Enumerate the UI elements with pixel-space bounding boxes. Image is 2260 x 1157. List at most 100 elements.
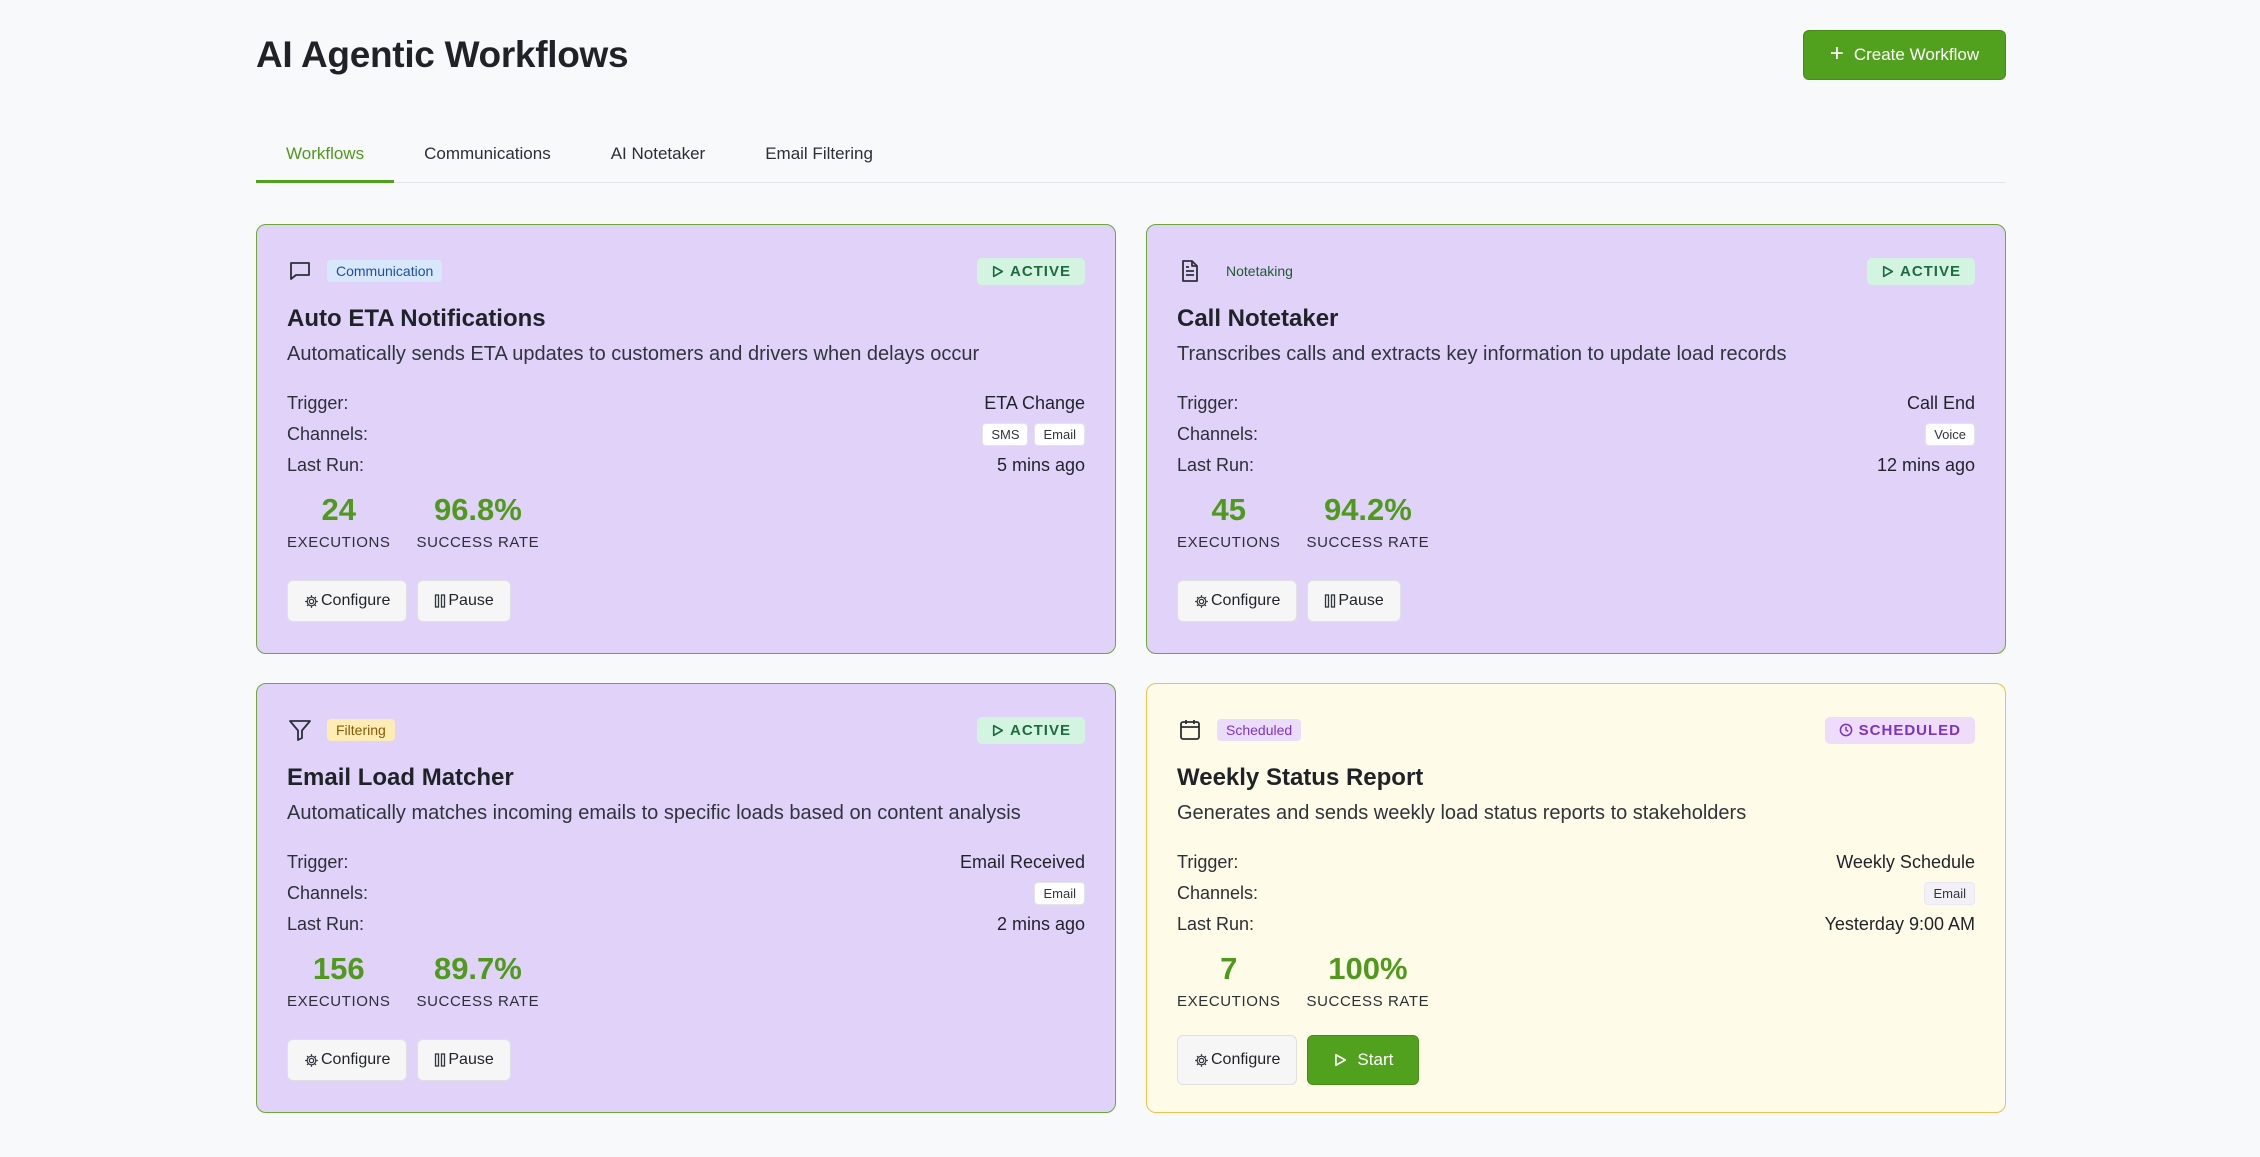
success-rate-label: SUCCESS RATE (1306, 534, 1430, 552)
trigger-label: Trigger: (287, 393, 349, 413)
gear-icon (305, 1053, 318, 1067)
card-details: Trigger: ETA Change Channels: SMS Email … (287, 388, 1085, 481)
configure-label: Configure (1211, 592, 1281, 609)
channel-chip: Email (1034, 882, 1085, 905)
channels-row: Channels: SMS Email (287, 419, 1085, 450)
configure-button[interactable]: Configure (287, 1039, 408, 1081)
executions-stat: 45 EXECUTIONS (1177, 492, 1281, 552)
channels-label: Channels: (287, 883, 369, 903)
card-stats: 7 EXECUTIONS 100% SUCCESS RATE (1177, 951, 1430, 1011)
card-header: Filtering ACTIVE (287, 714, 1085, 746)
card-details: Trigger: Weekly Schedule Channels: Email… (1177, 847, 1975, 940)
last-run-label: Last Run: (287, 914, 365, 934)
create-workflow-label: Create Workflow (1853, 45, 1980, 64)
gear-icon (305, 594, 318, 608)
configure-label: Configure (1211, 1051, 1281, 1068)
clock-icon (1839, 723, 1853, 737)
channel-chips: Voice (1925, 423, 1975, 446)
card-title: Auto ETA Notifications (287, 305, 546, 332)
channels-label: Channels: (287, 424, 369, 444)
tab-ai-notetaker[interactable]: AI Notetaker (581, 130, 736, 183)
channel-chip: Email (1924, 882, 1975, 905)
card-description: Generates and sends weekly load status r… (1177, 802, 1747, 824)
create-workflow-button[interactable]: + Create Workflow (1803, 30, 2006, 80)
executions-label: EXECUTIONS (1177, 534, 1281, 552)
channel-chips: SMS Email (982, 423, 1085, 446)
channels-label: Channels: (1177, 424, 1259, 444)
success-rate-value: 89.7% (433, 951, 522, 986)
pause-label: Pause (448, 592, 494, 609)
status-label: ACTIVE (1009, 721, 1071, 739)
executions-stat: 24 EXECUTIONS (287, 492, 391, 552)
tab-workflows[interactable]: Workflows (256, 130, 395, 183)
trigger-label: Trigger: (287, 852, 349, 872)
executions-value: 45 (1211, 492, 1246, 527)
success-rate-stat: 96.8% SUCCESS RATE (416, 492, 540, 552)
play-icon (1882, 265, 1894, 277)
category-badge: Communication (327, 260, 443, 282)
workflow-card-email-load-matcher: Filtering ACTIVE Email Load Matcher Auto… (256, 683, 1116, 1113)
success-rate-label: SUCCESS RATE (416, 534, 540, 552)
trigger-row: Trigger: Call End (1177, 388, 1975, 419)
status-badge: ACTIVE (1866, 257, 1975, 285)
success-rate-stat: 89.7% SUCCESS RATE (416, 951, 540, 1011)
executions-label: EXECUTIONS (287, 993, 391, 1011)
pause-label: Pause (448, 1051, 494, 1068)
success-rate-label: SUCCESS RATE (1306, 993, 1430, 1011)
channel-chip: SMS (982, 423, 1029, 446)
card-title: Call Notetaker (1177, 305, 1339, 332)
card-header: Scheduled SCHEDULED (1177, 714, 1975, 746)
trigger-value: Call End (1906, 393, 1975, 413)
last-run-label: Last Run: (1177, 914, 1255, 934)
status-badge: ACTIVE (976, 716, 1085, 744)
header: AI Agentic Workflows + Create Workflow (256, 30, 2006, 80)
executions-label: EXECUTIONS (287, 534, 391, 552)
category-badge: Filtering (327, 719, 395, 741)
channels-label: Channels: (1177, 883, 1259, 903)
last-run-row: Last Run: 2 mins ago (287, 909, 1085, 940)
channel-chip: Voice (1925, 423, 1975, 446)
trigger-value: ETA Change (984, 393, 1085, 413)
configure-button[interactable]: Configure (1177, 580, 1298, 622)
pause-label: Pause (1338, 592, 1384, 609)
card-description: Automatically matches incoming emails to… (287, 802, 1021, 824)
last-run-row: Last Run: 5 mins ago (287, 450, 1085, 481)
pause-button[interactable]: Pause (417, 1039, 511, 1081)
card-header: Notetaking ACTIVE (1177, 255, 1975, 287)
trigger-row: Trigger: Weekly Schedule (1177, 847, 1975, 878)
pause-button[interactable]: Pause (417, 580, 511, 622)
message-icon (287, 258, 313, 284)
channels-row: Channels: Voice (1177, 419, 1975, 450)
status-label: SCHEDULED (1858, 721, 1961, 739)
success-rate-label: SUCCESS RATE (416, 993, 540, 1011)
start-label: Start (1357, 1050, 1394, 1069)
card-stats: 45 EXECUTIONS 94.2% SUCCESS RATE (1177, 492, 1430, 552)
status-badge: ACTIVE (976, 257, 1085, 285)
card-description: Automatically sends ETA updates to custo… (287, 343, 980, 365)
channels-row: Channels: Email (287, 878, 1085, 909)
card-actions: Configure Pause (1177, 580, 1401, 622)
configure-label: Configure (321, 592, 391, 609)
start-button[interactable]: Start (1307, 1035, 1420, 1085)
pause-button[interactable]: Pause (1307, 580, 1401, 622)
tab-bar: Workflows Communications AI Notetaker Em… (256, 130, 2006, 183)
workflow-card-call-notetaker: Notetaking ACTIVE Call Notetaker Transcr… (1146, 224, 2006, 654)
success-rate-value: 100% (1328, 951, 1408, 986)
status-badge: SCHEDULED (1824, 716, 1975, 744)
card-actions: Configure Pause (287, 1039, 511, 1081)
tab-email-filtering[interactable]: Email Filtering (735, 130, 903, 183)
card-details: Trigger: Email Received Channels: Email … (287, 847, 1085, 940)
play-icon (992, 724, 1004, 736)
channel-chip: Email (1034, 423, 1085, 446)
document-icon (1177, 258, 1203, 284)
last-run-row: Last Run: 12 mins ago (1177, 450, 1975, 481)
tab-communications[interactable]: Communications (394, 130, 581, 183)
executions-stat: 7 EXECUTIONS (1177, 951, 1281, 1010)
configure-button[interactable]: Configure (1177, 1035, 1298, 1085)
trigger-value: Email Received (959, 852, 1085, 872)
card-actions: Configure Pause (287, 580, 511, 622)
plus-icon: + (1829, 40, 1844, 67)
configure-button[interactable]: Configure (287, 580, 408, 622)
status-label: ACTIVE (1009, 262, 1071, 280)
play-icon (992, 265, 1004, 277)
